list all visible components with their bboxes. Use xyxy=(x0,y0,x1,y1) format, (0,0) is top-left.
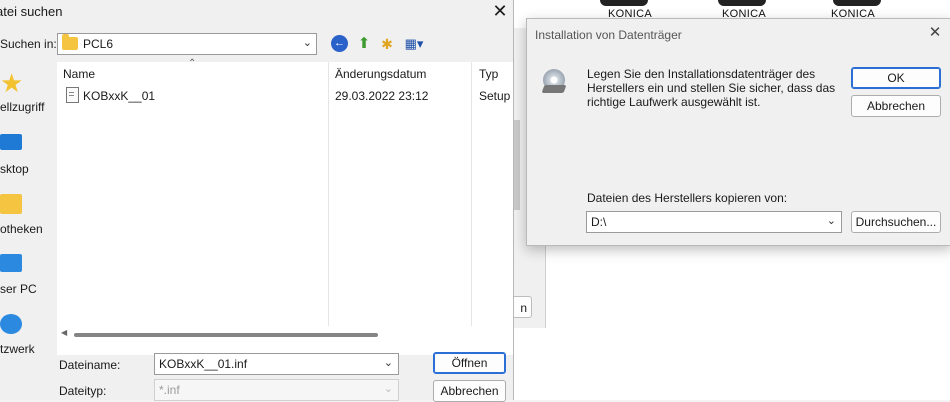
printer-icon xyxy=(600,0,648,6)
place-desktop[interactable]: sktop xyxy=(0,132,52,180)
desktop-icon xyxy=(0,134,22,150)
dialog-title: atei suchen xyxy=(0,4,63,19)
install-from-disk-dialog: Installation von Datenträger ✕ Legen Sie… xyxy=(526,18,950,246)
filename-input[interactable]: KOBxxK__01.inf ⌄ xyxy=(154,353,399,375)
chevron-down-icon[interactable]: ⌄ xyxy=(827,214,836,227)
install-message: Legen Sie den Installationsdatenträger d… xyxy=(587,67,836,109)
open-button[interactable]: Öffnen xyxy=(433,352,506,374)
chevron-down-icon[interactable]: ⌄ xyxy=(384,356,393,369)
file-type: Setup xyxy=(479,89,511,103)
printer-icon xyxy=(718,0,766,6)
column-header-date[interactable]: Änderungsdatum xyxy=(335,67,426,81)
sort-ascending-icon: ⌃ xyxy=(188,58,197,69)
place-quick-access[interactable]: ★ ellzugriff xyxy=(0,70,52,118)
printer-icon xyxy=(833,0,881,6)
library-icon xyxy=(0,194,22,214)
computer-icon xyxy=(0,254,22,272)
filename-value: KOBxxK__01.inf xyxy=(159,357,248,371)
cancel-button[interactable]: Abbrechen xyxy=(851,95,941,117)
place-this-pc[interactable]: ser PC xyxy=(0,252,52,300)
folder-icon xyxy=(62,34,78,50)
filetype-label: Dateityp: xyxy=(59,384,107,398)
close-icon[interactable]: ✕ xyxy=(488,0,512,22)
path-combobox[interactable]: D:\ ⌄ xyxy=(586,211,842,233)
network-icon xyxy=(0,314,22,334)
column-header-name[interactable]: Name xyxy=(63,67,95,81)
view-menu-icon[interactable]: ▦▾ xyxy=(402,35,426,53)
file-name: KOBxxK__01 xyxy=(83,89,156,103)
star-icon: ★ xyxy=(0,68,24,98)
place-label: otheken xyxy=(0,222,43,236)
back-arrow-icon[interactable]: ← xyxy=(331,35,348,52)
filetype-select[interactable]: *.inf ⌄ xyxy=(154,379,399,401)
ok-button[interactable]: OK xyxy=(851,67,941,89)
file-date: 29.03.2022 23:12 xyxy=(335,89,429,103)
dialog-title: Installation von Datenträger xyxy=(535,28,682,42)
column-header-type[interactable]: Typ xyxy=(479,67,498,81)
lookin-dropdown[interactable]: PCL6 ⌄ xyxy=(57,33,317,55)
close-icon[interactable]: ✕ xyxy=(923,22,947,44)
place-libraries[interactable]: otheken xyxy=(0,192,52,240)
open-file-dialog: atei suchen ✕ Suchen in: PCL6 ⌄ ← ⬆ ✱ ▦▾… xyxy=(0,0,514,402)
horizontal-scrollbar[interactable] xyxy=(74,333,378,337)
place-label: sktop xyxy=(0,162,29,176)
place-network[interactable]: tzwerk xyxy=(0,312,52,360)
path-value: D:\ xyxy=(591,215,607,229)
background-scrollbar xyxy=(514,120,520,210)
lookin-label: Suchen in: xyxy=(0,37,57,51)
place-label: ellzugriff xyxy=(0,100,45,114)
file-row[interactable]: KOBxxK__01 29.03.2022 23:12 Setup xyxy=(57,84,513,106)
drive-icon xyxy=(541,85,567,93)
scroll-left-icon[interactable]: ◀ xyxy=(61,328,67,337)
browse-button[interactable]: Durchsuchen... xyxy=(851,211,941,233)
filetype-value: *.inf xyxy=(159,383,180,397)
copy-from-label: Dateien des Herstellers kopieren von: xyxy=(587,191,788,205)
lookin-value: PCL6 xyxy=(83,37,114,51)
folder-up-icon[interactable]: ⬆ xyxy=(355,35,373,53)
filename-label: Dateiname: xyxy=(59,358,121,372)
chevron-down-icon: ⌄ xyxy=(302,37,312,49)
place-label: ser PC xyxy=(0,282,37,296)
cancel-button[interactable]: Abbrechen xyxy=(433,380,506,402)
chevron-down-icon: ⌄ xyxy=(383,383,393,395)
file-list[interactable]: ⌃ Name Änderungsdatum Typ KOBxxK__01 29.… xyxy=(57,58,513,355)
place-label: tzwerk xyxy=(0,342,35,356)
setup-file-icon xyxy=(66,87,79,103)
new-folder-icon[interactable]: ✱ xyxy=(378,35,396,53)
